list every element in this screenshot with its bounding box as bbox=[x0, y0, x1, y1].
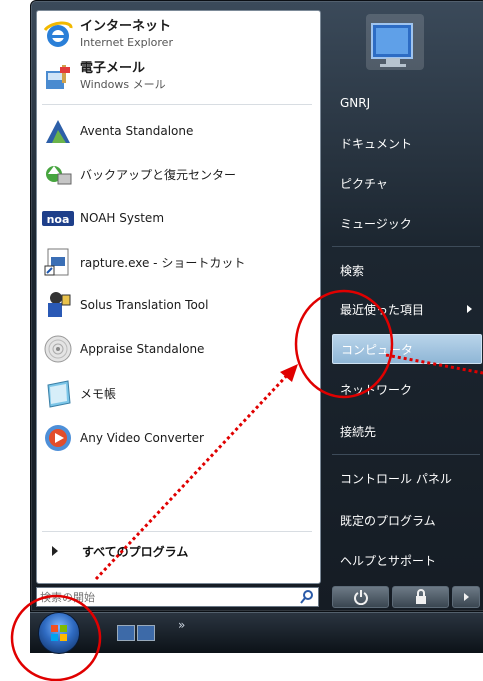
lock-icon bbox=[415, 589, 426, 604]
user-picture-icon[interactable] bbox=[366, 14, 424, 70]
shutdown-options-button[interactable] bbox=[452, 586, 480, 608]
aventa-icon bbox=[42, 115, 74, 147]
noah-icon: noa bbox=[42, 202, 74, 234]
divider bbox=[332, 246, 480, 247]
lock-button[interactable] bbox=[392, 586, 450, 608]
program-sub-label: Internet Explorer bbox=[80, 36, 173, 49]
right-item-label: 接続先 bbox=[340, 424, 377, 439]
program-item-internet[interactable]: インターネット Internet Explorer bbox=[42, 16, 312, 54]
divider bbox=[42, 531, 312, 532]
windows-mail-icon bbox=[42, 61, 74, 93]
program-item-any-video-converter[interactable]: Any Video Converter bbox=[42, 419, 312, 457]
start-button[interactable] bbox=[38, 612, 80, 654]
right-item-label: ピクチャ bbox=[340, 176, 388, 191]
right-item-label: ドキュメント bbox=[340, 136, 413, 151]
program-label: NOAH System bbox=[80, 211, 165, 225]
start-menu-screenshot: インターネット Internet Explorer 電子メール Windows メー… bbox=[0, 0, 483, 681]
computer-link[interactable]: コンピュータ bbox=[332, 334, 482, 364]
all-programs-label: すべてのプログラム bbox=[82, 544, 189, 559]
shortcut-icon bbox=[42, 246, 74, 278]
power-button[interactable] bbox=[332, 586, 390, 608]
recent-items-link[interactable]: 最近使った項目 bbox=[332, 294, 482, 324]
program-label: Appraise Standalone bbox=[80, 342, 205, 356]
start-search-input[interactable] bbox=[37, 589, 299, 605]
program-label: Aventa Standalone bbox=[80, 124, 194, 138]
program-main-label: 電子メール bbox=[80, 61, 146, 76]
right-item-label: ミュージック bbox=[340, 216, 412, 231]
program-item-email[interactable]: 電子メール Windows メール bbox=[42, 58, 312, 96]
search-icon[interactable] bbox=[299, 589, 315, 605]
program-label: Any Video Converter bbox=[80, 431, 204, 445]
program-item-rapture[interactable]: rapture.exe - ショートカット bbox=[42, 243, 312, 281]
all-programs-button[interactable]: すべてのプログラム bbox=[42, 538, 310, 564]
help-support-link[interactable]: ヘルプとサポート bbox=[332, 545, 482, 575]
documents-link[interactable]: ドキュメント bbox=[332, 128, 482, 158]
right-item-label: 検索 bbox=[340, 263, 365, 278]
program-item-solus[interactable]: Solus Translation Tool bbox=[42, 286, 312, 324]
power-buttons bbox=[332, 586, 480, 608]
submenu-arrow-icon bbox=[467, 305, 472, 313]
network-link[interactable]: ネットワーク bbox=[332, 374, 482, 404]
show-desktop-icon[interactable] bbox=[117, 625, 135, 641]
default-programs-link[interactable]: 既定のプログラム bbox=[332, 505, 482, 535]
right-item-label: 最近使った項目 bbox=[340, 302, 425, 317]
divider bbox=[42, 104, 312, 105]
right-item-label: ネットワーク bbox=[340, 382, 413, 397]
program-item-notepad[interactable]: メモ帳 bbox=[42, 374, 312, 412]
program-item-backup[interactable]: バックアップと復元センター bbox=[42, 155, 312, 193]
program-item-noah[interactable]: noa NOAH System bbox=[42, 199, 312, 237]
divider bbox=[332, 454, 480, 455]
windows-logo-icon bbox=[51, 625, 67, 641]
right-item-label: コンピュータ bbox=[341, 342, 414, 357]
music-link[interactable]: ミュージック bbox=[332, 208, 482, 238]
connect-to-link[interactable]: 接続先 bbox=[332, 416, 482, 446]
program-label: メモ帳 bbox=[80, 386, 117, 401]
right-item-label: GNRJ bbox=[340, 96, 371, 110]
quicklaunch-chevron-icon[interactable]: » bbox=[178, 618, 185, 632]
search-link[interactable]: 検索 bbox=[332, 255, 482, 285]
pictures-link[interactable]: ピクチャ bbox=[332, 168, 482, 198]
program-label: バックアップと復元センター bbox=[80, 167, 237, 182]
right-item-label: ヘルプとサポート bbox=[340, 553, 437, 568]
program-sub-label: Windows メール bbox=[80, 78, 166, 91]
control-panel-link[interactable]: コントロール パネル bbox=[332, 463, 482, 493]
solus-translation-icon bbox=[42, 289, 74, 321]
program-label: Solus Translation Tool bbox=[80, 298, 209, 312]
backup-restore-icon bbox=[42, 158, 74, 190]
video-converter-icon bbox=[42, 422, 74, 454]
appraise-icon bbox=[42, 333, 74, 365]
arrow-right-icon bbox=[464, 593, 470, 601]
program-main-label: インターネット bbox=[80, 19, 172, 34]
program-item-aventa[interactable]: Aventa Standalone bbox=[42, 112, 312, 150]
svg-text:noa: noa bbox=[47, 213, 70, 226]
switch-windows-icon[interactable] bbox=[137, 625, 155, 641]
program-label: rapture.exe - ショートカット bbox=[80, 255, 246, 270]
power-icon bbox=[353, 590, 368, 605]
program-item-appraise[interactable]: Appraise Standalone bbox=[42, 330, 312, 368]
arrow-right-icon bbox=[52, 546, 58, 556]
internet-explorer-icon bbox=[42, 19, 74, 51]
user-folder-link[interactable]: GNRJ bbox=[332, 88, 482, 118]
notepad-icon bbox=[42, 377, 74, 409]
right-item-label: コントロール パネル bbox=[340, 471, 452, 486]
taskbar bbox=[30, 612, 483, 653]
start-search-box bbox=[36, 587, 319, 607]
right-item-label: 既定のプログラム bbox=[340, 513, 436, 528]
